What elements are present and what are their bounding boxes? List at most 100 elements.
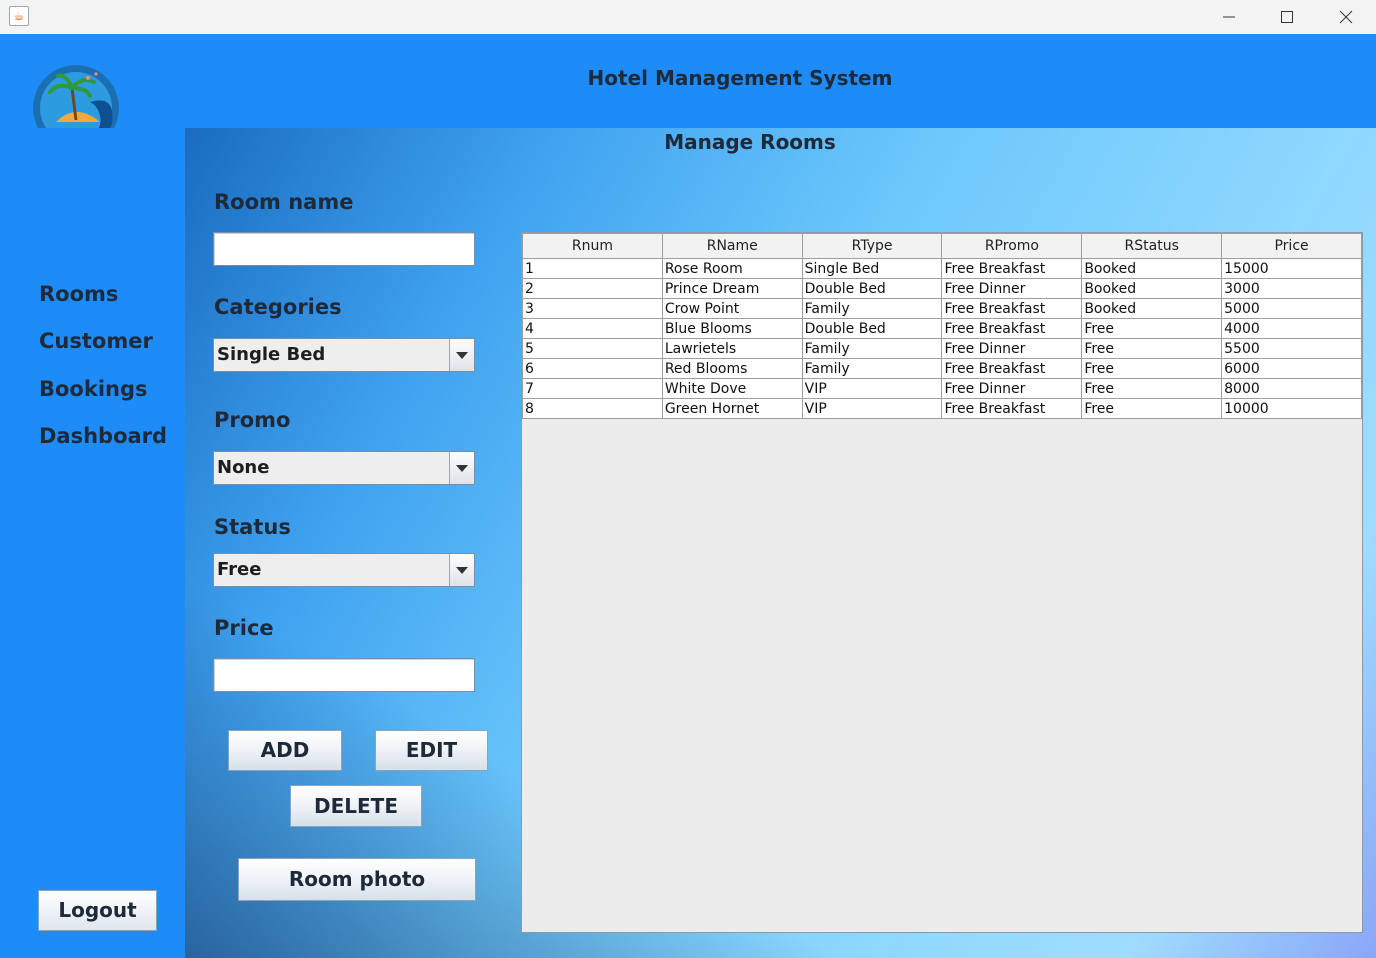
cell-rname[interactable]: White Dove <box>661 378 803 399</box>
cell-rtype[interactable]: VIP <box>801 378 943 399</box>
column-header-rname[interactable]: RName <box>661 233 803 259</box>
table-row[interactable]: 5 Lawrietels Family Free Dinner Free 550… <box>522 338 1362 359</box>
java-cup-icon: ☕ <box>9 6 29 26</box>
cell-rnum[interactable]: 1 <box>522 258 663 279</box>
promo-label: Promo <box>214 408 291 432</box>
cell-rstatus[interactable]: Free <box>1081 358 1223 379</box>
categories-selected-value: Single Bed <box>217 344 326 365</box>
table-row[interactable]: 8 Green Hornet VIP Free Breakfast Free 1… <box>522 398 1362 419</box>
cell-rname[interactable]: Crow Point <box>661 298 803 319</box>
categories-label: Categories <box>214 295 342 319</box>
column-header-rtype[interactable]: RType <box>801 233 943 259</box>
cell-rtype[interactable]: Double Bed <box>801 318 943 339</box>
cell-rstatus[interactable]: Free <box>1081 398 1223 419</box>
cell-rpromo[interactable]: Free Breakfast <box>941 298 1083 319</box>
maximize-button[interactable] <box>1258 0 1316 34</box>
add-button[interactable]: ADD <box>228 730 342 771</box>
cell-rnum[interactable]: 2 <box>522 278 663 299</box>
cell-price[interactable]: 10000 <box>1221 398 1362 419</box>
cell-rnum[interactable]: 7 <box>522 378 663 399</box>
column-header-rpromo[interactable]: RPromo <box>941 233 1083 259</box>
cell-price[interactable]: 8000 <box>1221 378 1362 399</box>
cell-rtype[interactable]: VIP <box>801 398 943 419</box>
maximize-icon <box>1281 11 1293 23</box>
column-header-rnum[interactable]: Rnum <box>522 233 663 259</box>
cell-rpromo[interactable]: Free Dinner <box>941 378 1083 399</box>
categories-select[interactable]: Single Bed <box>213 338 475 372</box>
logout-button[interactable]: Logout <box>38 890 157 931</box>
minimize-icon <box>1223 16 1235 18</box>
cell-price[interactable]: 15000 <box>1221 258 1362 279</box>
status-select[interactable]: Free <box>213 553 475 587</box>
cell-rtype[interactable]: Family <box>801 358 943 379</box>
cell-price[interactable]: 5000 <box>1221 298 1362 319</box>
table-row[interactable]: 4 Blue Blooms Double Bed Free Breakfast … <box>522 318 1362 339</box>
cell-rname[interactable]: Blue Blooms <box>661 318 803 339</box>
categories-dropdown-button[interactable] <box>449 339 474 371</box>
cell-price[interactable]: 5500 <box>1221 338 1362 359</box>
price-input[interactable] <box>213 658 475 692</box>
sidebar-item-dashboard[interactable]: Dashboard <box>39 424 167 448</box>
promo-dropdown-button[interactable] <box>449 452 474 484</box>
cell-rname[interactable]: Prince Dream <box>661 278 803 299</box>
delete-button[interactable]: DELETE <box>290 785 422 827</box>
table-body: 1 Rose Room Single Bed Free Breakfast Bo… <box>522 258 1362 419</box>
manage-rooms-panel: Manage Rooms Room name Categories Single… <box>185 128 1376 958</box>
price-label: Price <box>214 616 274 640</box>
cell-rtype[interactable]: Single Bed <box>801 258 943 279</box>
table-row[interactable]: 7 White Dove VIP Free Dinner Free 8000 <box>522 378 1362 399</box>
app-title: Hotel Management System <box>587 66 893 90</box>
cell-rpromo[interactable]: Free Breakfast <box>941 258 1083 279</box>
table-row[interactable]: 6 Red Blooms Family Free Breakfast Free … <box>522 358 1362 379</box>
column-header-rstatus[interactable]: RStatus <box>1081 233 1223 259</box>
cell-rnum[interactable]: 8 <box>522 398 663 419</box>
cell-rnum[interactable]: 6 <box>522 358 663 379</box>
room-name-label: Room name <box>214 190 354 214</box>
cell-rpromo[interactable]: Free Dinner <box>941 338 1083 359</box>
room-photo-button[interactable]: Room photo <box>238 858 476 901</box>
cell-rpromo[interactable]: Free Breakfast <box>941 318 1083 339</box>
app-header: Hotel Management System <box>0 34 1376 151</box>
promo-select[interactable]: None <box>213 451 475 485</box>
cell-rpromo[interactable]: Free Breakfast <box>941 398 1083 419</box>
cell-rstatus[interactable]: Booked <box>1081 278 1223 299</box>
edit-button[interactable]: EDIT <box>375 730 488 771</box>
cell-rstatus[interactable]: Booked <box>1081 298 1223 319</box>
cell-price[interactable]: 6000 <box>1221 358 1362 379</box>
cell-rpromo[interactable]: Free Dinner <box>941 278 1083 299</box>
cell-rnum[interactable]: 3 <box>522 298 663 319</box>
cell-rstatus[interactable]: Free <box>1081 338 1223 359</box>
cell-rnum[interactable]: 4 <box>522 318 663 339</box>
cell-rtype[interactable]: Double Bed <box>801 278 943 299</box>
table-row[interactable]: 1 Rose Room Single Bed Free Breakfast Bo… <box>522 258 1362 279</box>
cell-rname[interactable]: Rose Room <box>661 258 803 279</box>
chevron-down-icon <box>456 352 468 359</box>
cell-rstatus[interactable]: Free <box>1081 318 1223 339</box>
column-header-price[interactable]: Price <box>1221 233 1362 259</box>
cell-rtype[interactable]: Family <box>801 298 943 319</box>
status-label: Status <box>214 515 291 539</box>
cell-rstatus[interactable]: Booked <box>1081 258 1223 279</box>
sidebar-item-customer[interactable]: Customer <box>39 329 153 353</box>
cell-price[interactable]: 4000 <box>1221 318 1362 339</box>
sidebar-item-bookings[interactable]: Bookings <box>39 377 148 401</box>
room-name-input[interactable] <box>213 232 475 266</box>
chevron-down-icon <box>456 567 468 574</box>
cell-rstatus[interactable]: Free <box>1081 378 1223 399</box>
status-dropdown-button[interactable] <box>449 554 474 586</box>
cell-rname[interactable]: Green Hornet <box>661 398 803 419</box>
sidebar-item-rooms[interactable]: Rooms <box>39 282 118 306</box>
close-button[interactable] <box>1317 0 1375 34</box>
cell-price[interactable]: 3000 <box>1221 278 1362 299</box>
minimize-button[interactable] <box>1200 0 1258 34</box>
cell-rname[interactable]: Red Blooms <box>661 358 803 379</box>
table-row[interactable]: 3 Crow Point Family Free Breakfast Booke… <box>522 298 1362 319</box>
page-title: Manage Rooms <box>664 130 836 154</box>
cell-rnum[interactable]: 5 <box>522 338 663 359</box>
rooms-table[interactable]: Rnum RName RType RPromo RStatus Price 1 … <box>521 232 1363 933</box>
table-row[interactable]: 2 Prince Dream Double Bed Free Dinner Bo… <box>522 278 1362 299</box>
cell-rtype[interactable]: Family <box>801 338 943 359</box>
cell-rpromo[interactable]: Free Breakfast <box>941 358 1083 379</box>
sidebar: Rooms Customer Bookings Dashboard Logout <box>0 128 185 958</box>
cell-rname[interactable]: Lawrietels <box>661 338 803 359</box>
